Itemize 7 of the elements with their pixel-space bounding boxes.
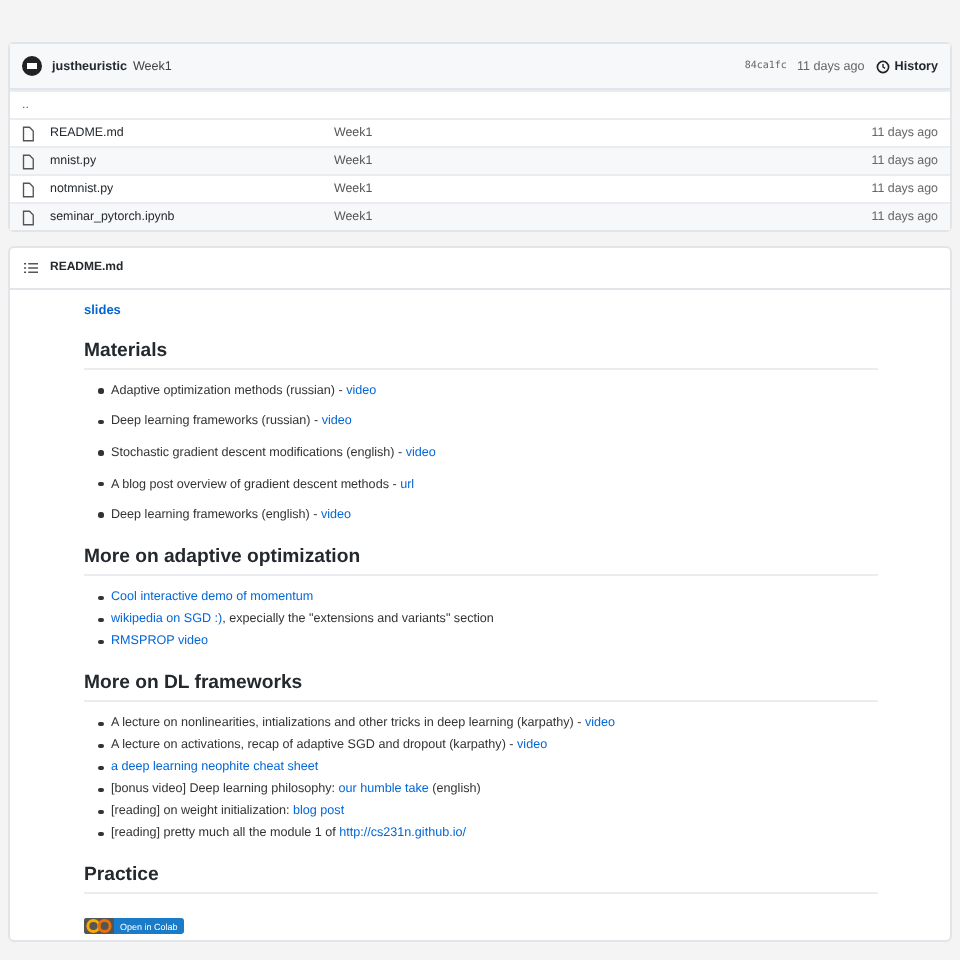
- section-heading: Materials: [84, 339, 878, 369]
- section-heading: Practice: [84, 864, 878, 895]
- outline-icon[interactable]: [24, 262, 38, 274]
- section-heading: More on DL frameworks: [84, 672, 878, 703]
- clock-icon: [876, 59, 891, 73]
- avatar-icon[interactable]: [22, 56, 42, 76]
- section-heading: More on adaptive optimization: [84, 546, 878, 577]
